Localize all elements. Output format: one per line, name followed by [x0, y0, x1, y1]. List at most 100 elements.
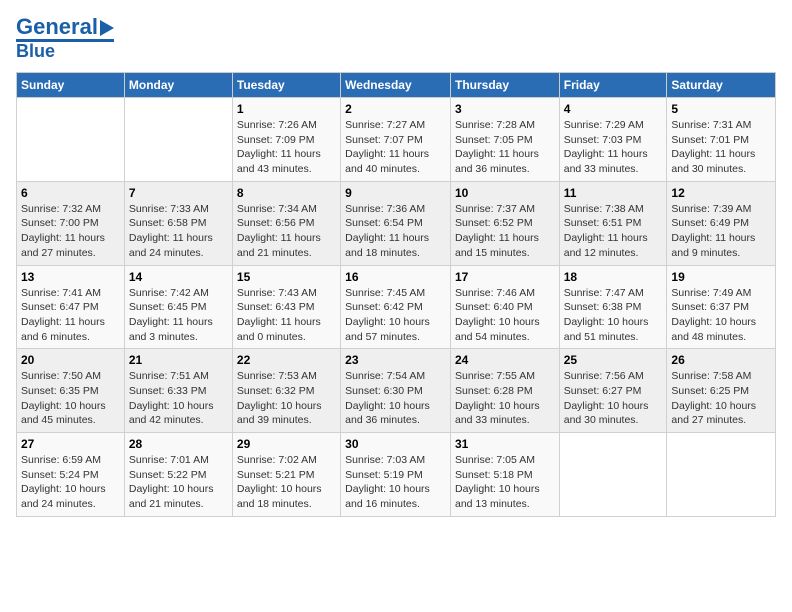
- calendar-cell: 12Sunrise: 7:39 AM Sunset: 6:49 PM Dayli…: [667, 181, 776, 265]
- day-number: 21: [129, 353, 228, 367]
- day-number: 8: [237, 186, 336, 200]
- calendar-cell: 1Sunrise: 7:26 AM Sunset: 7:09 PM Daylig…: [232, 98, 340, 182]
- day-number: 27: [21, 437, 120, 451]
- day-info: Sunrise: 7:03 AM Sunset: 5:19 PM Dayligh…: [345, 454, 430, 510]
- calendar-table: SundayMondayTuesdayWednesdayThursdayFrid…: [16, 72, 776, 517]
- header-row: SundayMondayTuesdayWednesdayThursdayFrid…: [17, 73, 776, 98]
- day-number: 29: [237, 437, 336, 451]
- calendar-cell: 4 Sunrise: 7:29 AM Sunset: 7:03 PM Daylig…: [559, 98, 667, 182]
- day-info: Sunrise: 7:29 AM Sunset: 7:03 PM Dayligh…: [564, 119, 648, 175]
- calendar-cell: 25 Sunrise: 7:56 AM Sunset: 6:27 PM Dayli…: [559, 349, 667, 433]
- header-day-friday: Friday: [559, 73, 667, 98]
- day-number: 7: [129, 186, 228, 200]
- day-number: 31: [455, 437, 555, 451]
- calendar-cell: 5 Sunrise: 7:31 AM Sunset: 7:01 PM Daylig…: [667, 98, 776, 182]
- calendar-cell: 30 Sunrise: 7:03 AM Sunset: 5:19 PM Dayli…: [341, 433, 451, 517]
- calendar-cell: 11 Sunrise: 7:38 AM Sunset: 6:51 PM Dayli…: [559, 181, 667, 265]
- day-info: Sunrise: 7:33 AM Sunset: 6:58 PM Dayligh…: [129, 203, 213, 259]
- day-number: 5: [671, 102, 771, 116]
- calendar-cell: 31 Sunrise: 7:05 AM Sunset: 5:18 PM Dayli…: [450, 433, 559, 517]
- calendar-cell: 15 Sunrise: 7:43 AM Sunset: 6:43 PM Dayli…: [232, 265, 340, 349]
- calendar-cell: 24 Sunrise: 7:55 AM Sunset: 6:28 PM Dayli…: [450, 349, 559, 433]
- day-info: Sunrise: 7:27 AM Sunset: 7:07 PM Dayligh…: [345, 119, 429, 175]
- day-info: Sunrise: 7:32 AM Sunset: 7:00 PM Dayligh…: [21, 203, 105, 259]
- day-number: 19: [671, 270, 771, 284]
- calendar-cell: 3 Sunrise: 7:28 AM Sunset: 7:05 PM Daylig…: [450, 98, 559, 182]
- day-info: Sunrise: 7:02 AM Sunset: 5:21 PM Dayligh…: [237, 454, 322, 510]
- day-number: 20: [21, 353, 120, 367]
- day-number: 13: [21, 270, 120, 284]
- calendar-cell: 27 Sunrise: 6:59 AM Sunset: 5:24 PM Dayli…: [17, 433, 125, 517]
- calendar-cell: [17, 98, 125, 182]
- calendar-cell: 26 Sunrise: 7:58 AM Sunset: 6:25 PM Dayli…: [667, 349, 776, 433]
- day-number: 25: [564, 353, 663, 367]
- day-number: 4: [564, 102, 663, 116]
- day-info: Sunrise: 7:50 AM Sunset: 6:35 PM Dayligh…: [21, 370, 106, 426]
- calendar-cell: 13 Sunrise: 7:41 AM Sunset: 6:47 PM Dayli…: [17, 265, 125, 349]
- day-info: Sunrise: 7:58 AM Sunset: 6:25 PM Dayligh…: [671, 370, 756, 426]
- day-info: Sunrise: 7:55 AM Sunset: 6:28 PM Dayligh…: [455, 370, 540, 426]
- header-day-wednesday: Wednesday: [341, 73, 451, 98]
- calendar-cell: 23 Sunrise: 7:54 AM Sunset: 6:30 PM Dayli…: [341, 349, 451, 433]
- day-number: 28: [129, 437, 228, 451]
- header-day-saturday: Saturday: [667, 73, 776, 98]
- calendar-cell: 19 Sunrise: 7:49 AM Sunset: 6:37 PM Dayli…: [667, 265, 776, 349]
- day-number: 9: [345, 186, 446, 200]
- calendar-cell: 14Sunrise: 7:42 AM Sunset: 6:45 PM Dayli…: [124, 265, 232, 349]
- week-row-1: 1Sunrise: 7:26 AM Sunset: 7:09 PM Daylig…: [17, 98, 776, 182]
- week-row-5: 27 Sunrise: 6:59 AM Sunset: 5:24 PM Dayli…: [17, 433, 776, 517]
- day-info: Sunrise: 7:56 AM Sunset: 6:27 PM Dayligh…: [564, 370, 649, 426]
- header-day-thursday: Thursday: [450, 73, 559, 98]
- week-row-2: 6 Sunrise: 7:32 AM Sunset: 7:00 PM Daylig…: [17, 181, 776, 265]
- calendar-cell: 6 Sunrise: 7:32 AM Sunset: 7:00 PM Daylig…: [17, 181, 125, 265]
- day-info: Sunrise: 7:41 AM Sunset: 6:47 PM Dayligh…: [21, 287, 105, 343]
- calendar-cell: 9 Sunrise: 7:36 AM Sunset: 6:54 PM Daylig…: [341, 181, 451, 265]
- day-info: Sunrise: 7:36 AM Sunset: 6:54 PM Dayligh…: [345, 203, 429, 259]
- calendar-cell: 20 Sunrise: 7:50 AM Sunset: 6:35 PM Dayli…: [17, 349, 125, 433]
- calendar-cell: 10 Sunrise: 7:37 AM Sunset: 6:52 PM Dayli…: [450, 181, 559, 265]
- day-number: 17: [455, 270, 555, 284]
- calendar-cell: 16Sunrise: 7:45 AM Sunset: 6:42 PM Dayli…: [341, 265, 451, 349]
- day-number: 6: [21, 186, 120, 200]
- day-number: 11: [564, 186, 663, 200]
- calendar-cell: 18 Sunrise: 7:47 AM Sunset: 6:38 PM Dayli…: [559, 265, 667, 349]
- week-row-3: 13 Sunrise: 7:41 AM Sunset: 6:47 PM Dayli…: [17, 265, 776, 349]
- calendar-cell: 28Sunrise: 7:01 AM Sunset: 5:22 PM Dayli…: [124, 433, 232, 517]
- day-number: 26: [671, 353, 771, 367]
- day-info: Sunrise: 7:38 AM Sunset: 6:51 PM Dayligh…: [564, 203, 648, 259]
- day-info: Sunrise: 7:54 AM Sunset: 6:30 PM Dayligh…: [345, 370, 430, 426]
- day-number: 3: [455, 102, 555, 116]
- day-info: Sunrise: 7:37 AM Sunset: 6:52 PM Dayligh…: [455, 203, 539, 259]
- header-day-monday: Monday: [124, 73, 232, 98]
- day-info: Sunrise: 7:31 AM Sunset: 7:01 PM Dayligh…: [671, 119, 755, 175]
- day-number: 24: [455, 353, 555, 367]
- day-number: 23: [345, 353, 446, 367]
- day-number: 18: [564, 270, 663, 284]
- day-number: 30: [345, 437, 446, 451]
- logo: General Blue: [16, 16, 114, 60]
- day-number: 10: [455, 186, 555, 200]
- header-day-tuesday: Tuesday: [232, 73, 340, 98]
- calendar-cell: 2 Sunrise: 7:27 AM Sunset: 7:07 PM Daylig…: [341, 98, 451, 182]
- day-info: Sunrise: 7:28 AM Sunset: 7:05 PM Dayligh…: [455, 119, 539, 175]
- logo-text: General: [16, 16, 114, 38]
- day-info: Sunrise: 7:49 AM Sunset: 6:37 PM Dayligh…: [671, 287, 756, 343]
- header-day-sunday: Sunday: [17, 73, 125, 98]
- calendar-cell: 29 Sunrise: 7:02 AM Sunset: 5:21 PM Dayli…: [232, 433, 340, 517]
- day-info: Sunrise: 7:47 AM Sunset: 6:38 PM Dayligh…: [564, 287, 649, 343]
- day-info: Sunrise: 7:05 AM Sunset: 5:18 PM Dayligh…: [455, 454, 540, 510]
- calendar-cell: [559, 433, 667, 517]
- calendar-cell: 21 Sunrise: 7:51 AM Sunset: 6:33 PM Dayli…: [124, 349, 232, 433]
- calendar-cell: 17Sunrise: 7:46 AM Sunset: 6:40 PM Dayli…: [450, 265, 559, 349]
- day-info: Sunrise: 6:59 AM Sunset: 5:24 PM Dayligh…: [21, 454, 106, 510]
- day-number: 2: [345, 102, 446, 116]
- calendar-cell: 8 Sunrise: 7:34 AM Sunset: 6:56 PM Daylig…: [232, 181, 340, 265]
- calendar-cell: 7 Sunrise: 7:33 AM Sunset: 6:58 PM Daylig…: [124, 181, 232, 265]
- day-info: Sunrise: 7:53 AM Sunset: 6:32 PM Dayligh…: [237, 370, 322, 426]
- day-info: Sunrise: 7:34 AM Sunset: 6:56 PM Dayligh…: [237, 203, 321, 259]
- calendar-cell: 22Sunrise: 7:53 AM Sunset: 6:32 PM Dayli…: [232, 349, 340, 433]
- day-number: 15: [237, 270, 336, 284]
- day-info: Sunrise: 7:43 AM Sunset: 6:43 PM Dayligh…: [237, 287, 321, 343]
- day-number: 12: [671, 186, 771, 200]
- day-info: Sunrise: 7:51 AM Sunset: 6:33 PM Dayligh…: [129, 370, 214, 426]
